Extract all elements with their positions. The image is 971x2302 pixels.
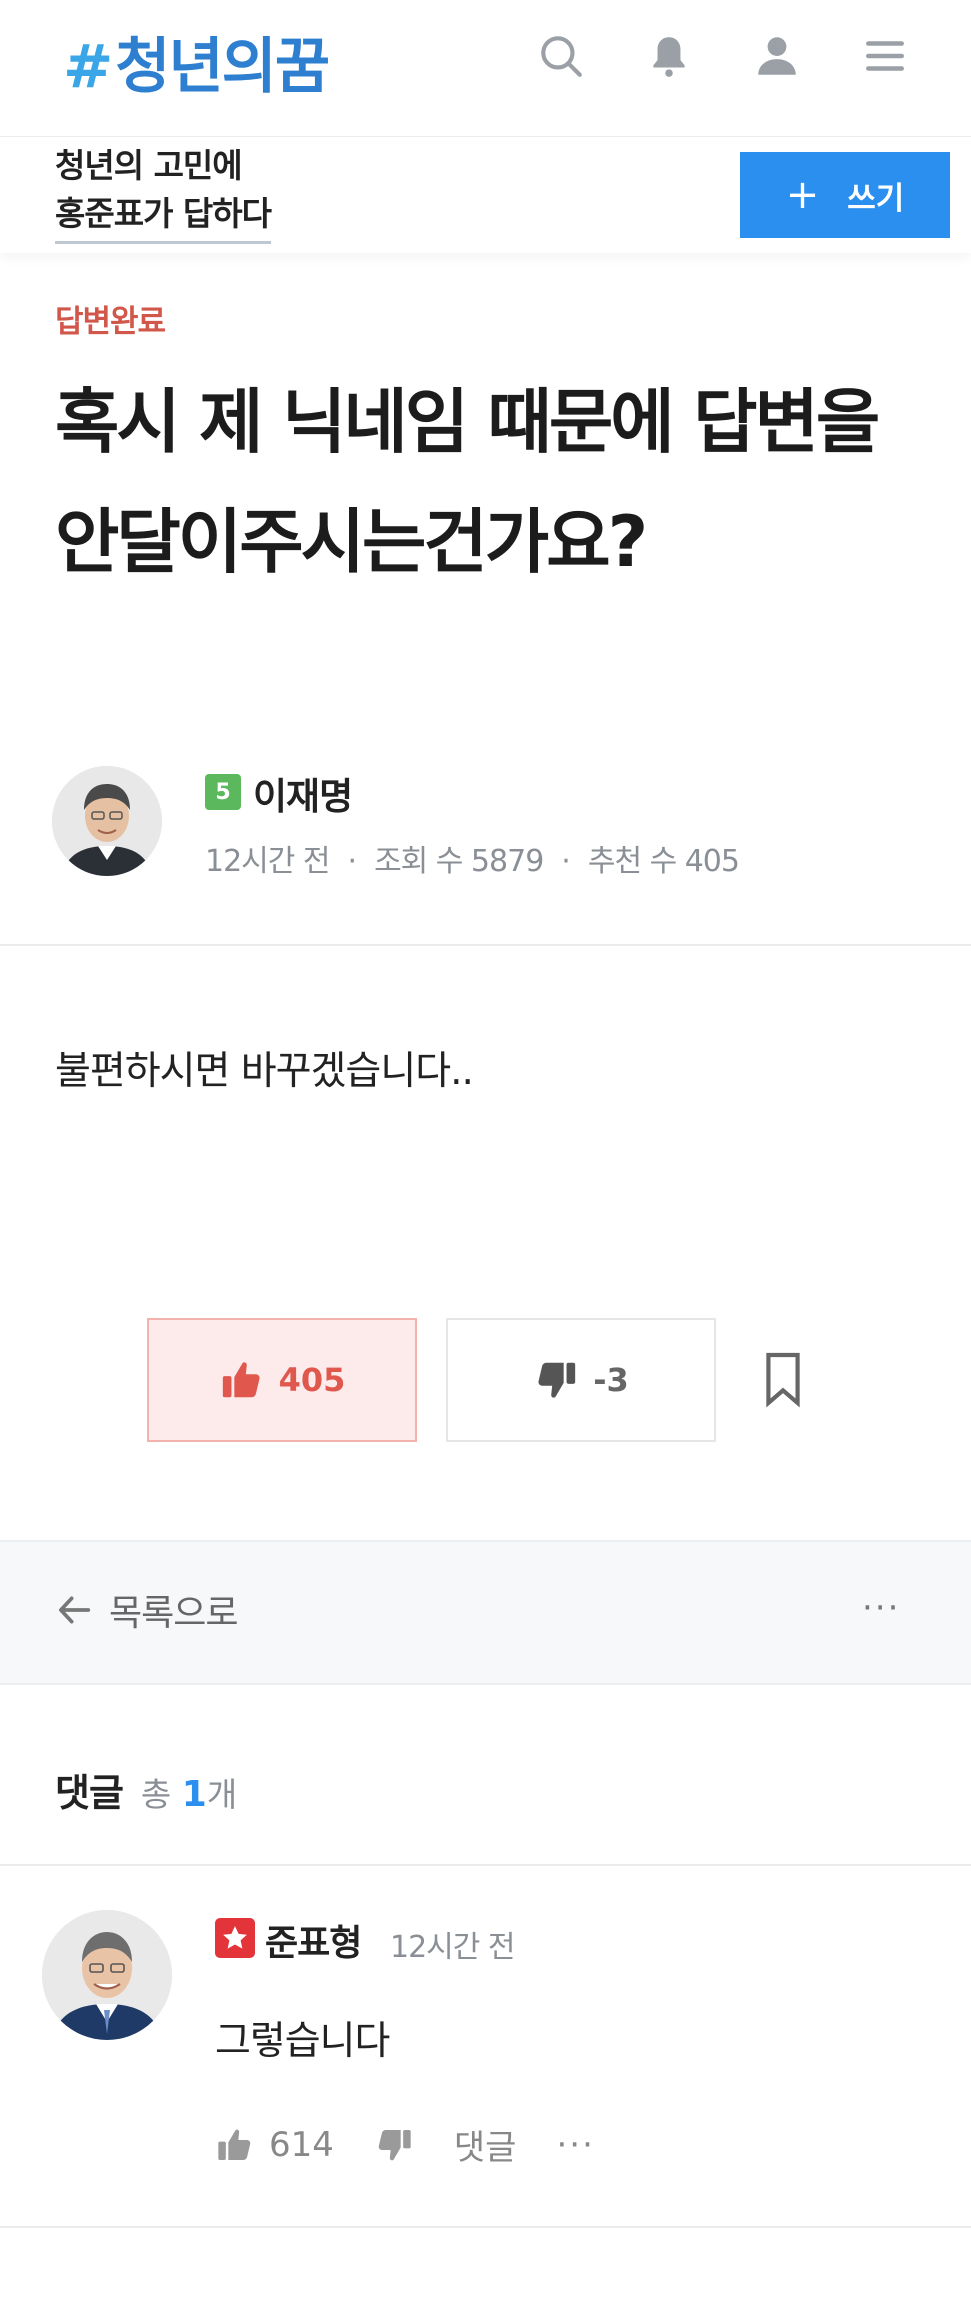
comment-like-icon[interactable] [215,2125,255,2165]
status-badge: 답변완료 [55,304,166,340]
comment-time: 12시간 전 [390,1930,516,1965]
divider [0,944,971,946]
more-options-icon[interactable]: ··· [862,1588,900,1628]
board-title-line2[interactable]: 홍준표가 답하다 [55,187,272,244]
upvote-button[interactable]: 405 [147,1318,417,1442]
plus-icon: + [785,172,820,218]
comments-total: 총 1개 [141,1768,237,1816]
downvote-button[interactable]: -3 [446,1318,716,1442]
meta-separator: · [347,844,357,879]
search-icon[interactable] [533,28,589,84]
menu-icon[interactable] [857,28,913,84]
comment-actions: 614 댓글 ··· [215,2120,595,2169]
post-time: 12시간 전 [205,844,331,879]
author-name[interactable]: 이재명 [253,766,353,820]
author-avatar[interactable] [52,766,162,876]
thumbs-up-icon [222,1362,260,1398]
star-icon [223,1926,247,1949]
arrow-left-icon [59,1596,91,1624]
comments-count: 1 [181,1774,207,1815]
star-badge [215,1918,255,1958]
list-nav-bar: 목록으로 ··· [0,1540,971,1685]
post-title: 혹시 제 닉네임 때문에 답변을 안달이주시는건가요? [55,381,880,583]
comment-like-count: 614 [269,2124,334,2165]
divider [0,1864,971,1866]
logo-text: 청년의꿈 [115,32,330,102]
post-meta: 12시간 전 · 조회 수 5879 · 추천 수 405 [205,836,740,880]
comments-heading: 댓글 [55,1771,124,1815]
app-header: #청년의꿈 [0,0,971,137]
meta-separator: · [561,844,570,879]
write-button[interactable]: + 쓰기 [740,152,950,238]
comments-header: 댓글 총 1개 [55,1762,237,1817]
bell-icon[interactable] [641,28,697,84]
comment-reply-button[interactable]: 댓글 [454,2120,517,2169]
thumbs-down-icon [538,1362,576,1398]
post-body: 불편하시면 바꾸겠습니다.. [55,1049,474,1094]
commenter-avatar[interactable] [42,1910,172,2040]
user-icon[interactable] [749,28,805,84]
level-badge: 5 [205,774,241,810]
write-button-label: 쓰기 [847,180,905,217]
post-views: 조회 수 5879 [374,844,544,879]
comments-total-suffix: 개 [206,1775,238,1814]
board-title-line1: 청년의 고민에 [55,146,243,185]
comment-text: 그렇습니다 [215,2019,390,2064]
bookmark-icon[interactable] [758,1350,808,1410]
post-recommends: 추천 수 405 [587,844,740,879]
commenter-name[interactable]: 준표형 [265,1914,362,1966]
board-subheader: 청년의 고민에 홍준표가 답하다 + 쓰기 [0,137,971,253]
comment-dislike-icon[interactable] [374,2125,414,2165]
upvote-count: 405 [278,1361,346,1399]
downvote-count: -3 [593,1361,629,1399]
back-to-list-link[interactable]: 목록으로 [55,1584,238,1636]
back-to-list-label: 목록으로 [109,1593,238,1634]
site-logo[interactable]: #청년의꿈 [63,18,330,105]
logo-hash: # [63,32,113,102]
divider [0,2226,971,2228]
comments-total-prefix: 총 [140,1775,172,1814]
comment-more-icon[interactable]: ··· [556,2125,594,2165]
